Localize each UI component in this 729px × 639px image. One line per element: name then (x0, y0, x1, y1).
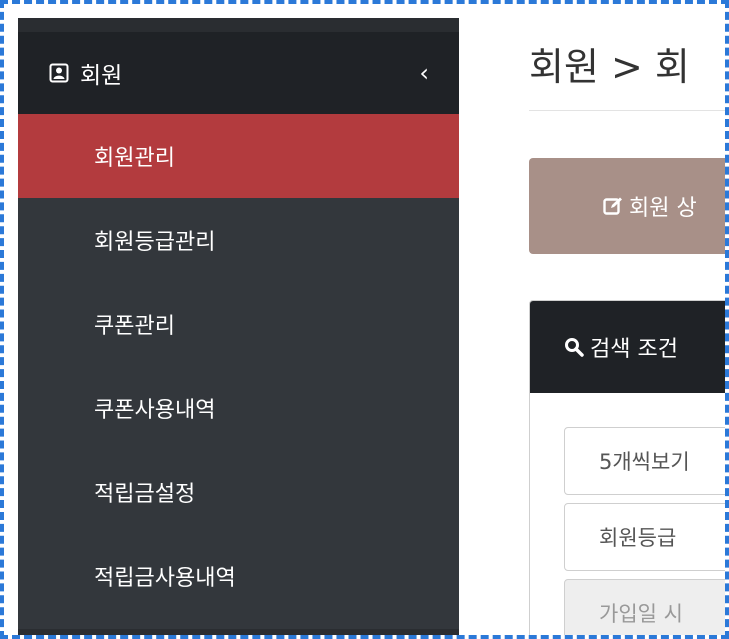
sidebar-item-member-grade[interactable]: 회원등급관리 (18, 198, 459, 282)
member-edit-button[interactable]: 회원 상 (529, 158, 725, 254)
sidebar-bottom-bar (18, 629, 459, 635)
sidebar-item-points-settings[interactable]: 적립금설정 (18, 450, 459, 534)
sidebar-item-label: 적립금사용내역 (94, 566, 236, 591)
contact-card-icon (48, 62, 70, 84)
sidebar-item-label: 회원관리 (94, 146, 175, 171)
search-panel-header: 검색 조건 (530, 301, 725, 393)
sidebar-item-label: 쿠폰사용내역 (94, 398, 216, 423)
sidebar-item-label: 쿠폰관리 (94, 314, 175, 339)
chevron-left-icon[interactable]: ‹ (419, 59, 429, 87)
screenshot-frame: 회원 ‹ 회원관리 회원등급관리 쿠폰관리 쿠폰사용내역 적립금설정 적립금사용… (0, 0, 729, 639)
join-date-start-input[interactable]: 가입일 시 (564, 579, 725, 635)
sidebar-item-points-history[interactable]: 적립금사용내역 (18, 534, 459, 618)
sidebar: 회원 ‹ 회원관리 회원등급관리 쿠폰관리 쿠폰사용내역 적립금설정 적립금사용… (18, 18, 459, 635)
title-divider (529, 110, 725, 111)
main-content: 회원 > 회 회원 상 검색 조건 5개씩보기 회원등급 가입일 시 (459, 18, 725, 635)
page-title: 회원 > 회 (529, 45, 690, 89)
search-panel: 검색 조건 5개씩보기 회원등급 가입일 시 (529, 300, 725, 635)
sidebar-item-coupon-history[interactable]: 쿠폰사용내역 (18, 366, 459, 450)
sidebar-item-label: 적립금설정 (94, 482, 196, 507)
sidebar-item-label: 회원등급관리 (94, 230, 216, 255)
member-grade-select[interactable]: 회원등급 (564, 503, 725, 571)
member-grade-value: 회원등급 (599, 526, 677, 550)
member-edit-button-label: 회원 상 (629, 196, 697, 221)
join-date-start-placeholder: 가입일 시 (599, 602, 683, 626)
page-size-select[interactable]: 5개씩보기 (564, 427, 725, 495)
page-size-value: 5개씩보기 (599, 450, 690, 474)
sidebar-section-label: 회원 (80, 63, 123, 89)
search-icon (564, 337, 584, 357)
search-panel-title: 검색 조건 (590, 337, 678, 362)
sidebar-top-bar (18, 18, 459, 32)
sidebar-section-member[interactable]: 회원 ‹ (18, 32, 459, 114)
sidebar-item-member-management[interactable]: 회원관리 (18, 114, 459, 198)
sidebar-item-coupon-management[interactable]: 쿠폰관리 (18, 282, 459, 366)
edit-icon (603, 196, 623, 216)
